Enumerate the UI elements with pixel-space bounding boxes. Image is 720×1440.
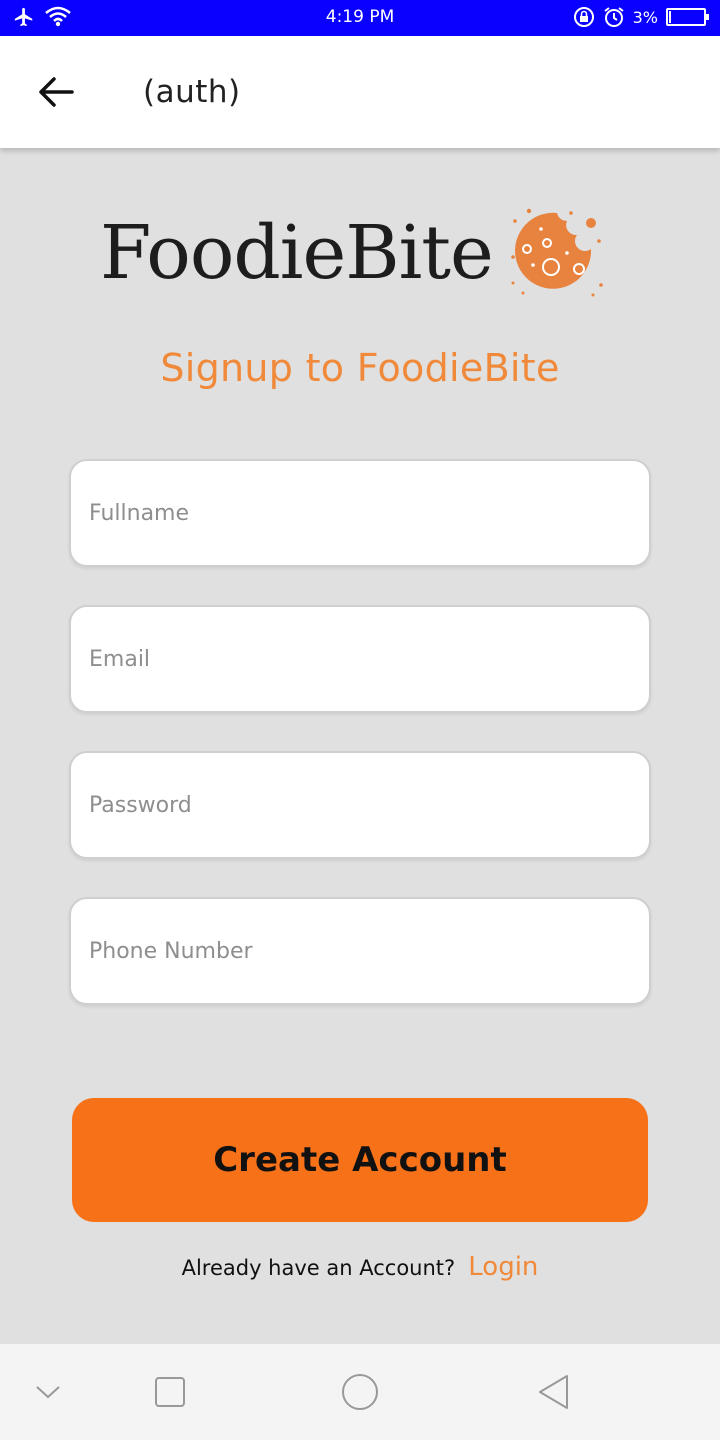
nav-back-button[interactable] bbox=[532, 1372, 572, 1412]
system-nav-bar bbox=[0, 1344, 720, 1440]
create-account-button[interactable]: Create Account bbox=[72, 1098, 648, 1222]
fullname-input[interactable] bbox=[71, 461, 649, 565]
login-link[interactable]: Login bbox=[468, 1252, 538, 1282]
page-title: (auth) bbox=[143, 74, 241, 110]
app-logo: FoodieBite bbox=[100, 205, 605, 301]
home-circle-icon bbox=[342, 1374, 378, 1410]
email-input[interactable] bbox=[71, 607, 649, 711]
back-arrow-icon bbox=[39, 77, 74, 107]
chevron-down-icon bbox=[36, 1386, 60, 1399]
signup-heading: Signup to FoodieBite bbox=[160, 346, 560, 390]
back-button[interactable] bbox=[36, 74, 76, 110]
phone-field-container bbox=[69, 897, 651, 1005]
battery-percent: 3% bbox=[632, 7, 658, 27]
nav-home-button[interactable] bbox=[338, 1370, 382, 1414]
login-prompt: Already have an Account? Login bbox=[0, 1252, 720, 1282]
status-icons-right: 3% bbox=[573, 6, 709, 28]
password-input[interactable] bbox=[71, 753, 649, 857]
status-bar: 4:19 PM 3% bbox=[0, 0, 720, 36]
alarm-icon bbox=[604, 7, 624, 27]
login-question: Already have an Account? bbox=[181, 1256, 456, 1280]
cookie-icon bbox=[511, 208, 603, 297]
rotation-lock-icon bbox=[573, 7, 594, 27]
battery-icon bbox=[666, 8, 709, 26]
app-bar: (auth) bbox=[0, 36, 720, 148]
email-field-container bbox=[69, 605, 651, 713]
recents-square-icon bbox=[155, 1377, 185, 1407]
fullname-field-container bbox=[69, 459, 651, 567]
password-field-container bbox=[69, 751, 651, 859]
nav-recents-button[interactable] bbox=[150, 1372, 190, 1412]
logo-text: FoodieBite bbox=[100, 210, 494, 296]
phone-number-input[interactable] bbox=[71, 899, 649, 1003]
back-triangle-icon bbox=[539, 1375, 568, 1409]
nav-collapse-button[interactable] bbox=[28, 1372, 68, 1412]
